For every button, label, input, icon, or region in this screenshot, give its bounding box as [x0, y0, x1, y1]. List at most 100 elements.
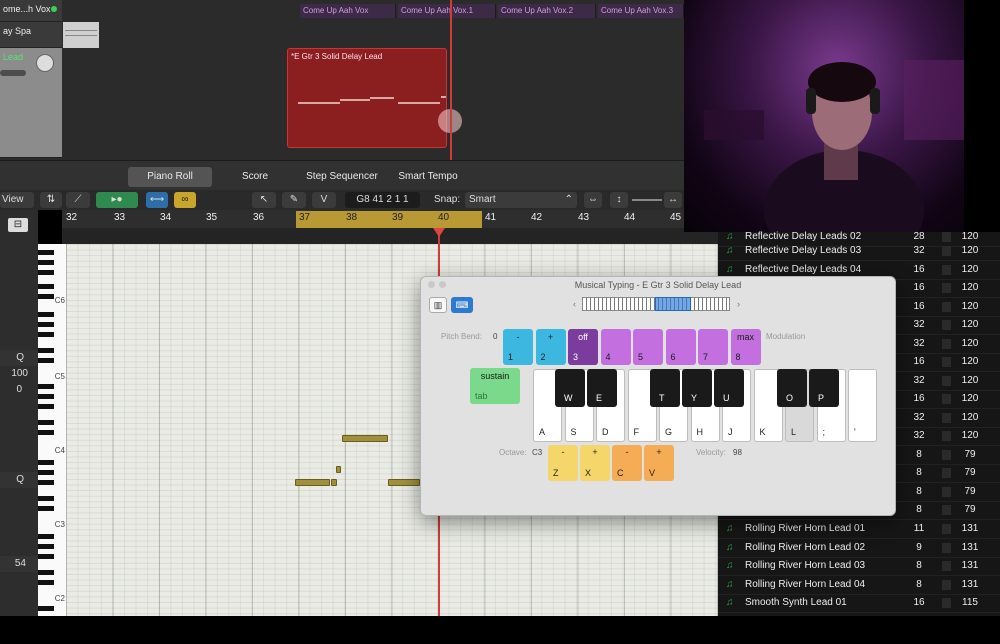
horizontal-zoom-icon[interactable]: ↔: [664, 192, 682, 208]
track-header[interactable]: ay Spa: [0, 22, 62, 48]
list-item[interactable]: ♫ Rolling River Horn Lead 01 11 131: [718, 520, 1000, 539]
musical-typing-window: Musical Typing - E Gtr 3 Solid Delay Lea…: [420, 276, 896, 516]
bar-number: 34: [160, 212, 172, 223]
bar-number: 37: [299, 212, 311, 223]
view-menu-button[interactable]: View ⌄: [0, 192, 34, 221]
collapse-icon[interactable]: ⊟: [8, 218, 28, 232]
marker-lane[interactable]: [62, 228, 718, 244]
velocity-label: Velocity:: [696, 448, 726, 457]
pitch-key[interactable]: 6: [665, 329, 696, 365]
chevron-left-icon[interactable]: ‹: [573, 299, 576, 309]
pointer-tool-icon[interactable]: ↖: [252, 192, 276, 208]
black-key[interactable]: W: [555, 369, 585, 407]
black-key[interactable]: Y: [682, 369, 712, 407]
list-item[interactable]: ♫ Rolling River Horn Lead 04 8 131: [718, 576, 1000, 595]
zoom-fit-icon[interactable]: ⇔: [584, 192, 602, 208]
volume-slider[interactable]: [0, 70, 26, 76]
pitch-key[interactable]: off 3: [568, 329, 598, 365]
letterbox-bar: [0, 616, 1000, 644]
modulation-label: Modulation: [766, 332, 806, 341]
octave-velocity-key[interactable]: -Z: [548, 445, 578, 481]
region-label: *E Gtr 3 Solid Delay Lead: [291, 52, 383, 61]
piano-keyboard[interactable]: C6 C5 C4 C3 C2: [38, 244, 66, 616]
list-item[interactable]: ♫ Reflective Delay Leads 03 32 120: [718, 242, 1000, 261]
midi-note[interactable]: [342, 435, 388, 442]
typing-mode-icon[interactable]: ⌨: [451, 297, 473, 313]
pitch-key[interactable]: max 8: [730, 329, 761, 365]
midi-note[interactable]: [388, 479, 420, 486]
audio-region[interactable]: Come Up Aah Vox.1: [398, 4, 496, 18]
pitch-key[interactable]: +2: [535, 329, 566, 365]
pitch-key[interactable]: -1: [503, 329, 533, 365]
record-enable-icon[interactable]: [51, 6, 57, 12]
keyboard-range-selector[interactable]: [655, 297, 691, 311]
link-icon[interactable]: ∞: [174, 192, 196, 208]
pitch-key[interactable]: 5: [633, 329, 663, 365]
music-note-icon: ♫: [726, 231, 734, 242]
snap-select[interactable]: Smart ⌃: [465, 192, 577, 208]
track-header[interactable]: ome...h Vox: [0, 0, 62, 22]
playhead-handle-icon[interactable]: [433, 228, 445, 237]
piano-roll-inspector: ⊟ Q 100 0 Q 54: [0, 210, 38, 616]
track-name: ome...h Vox: [3, 4, 51, 14]
zoom-slider[interactable]: [632, 199, 662, 201]
swing-value[interactable]: 0: [0, 384, 38, 395]
black-key[interactable]: O: [777, 369, 807, 407]
catch-icon[interactable]: ⟷: [146, 192, 168, 208]
black-key[interactable]: T: [650, 369, 680, 407]
black-key[interactable]: P: [809, 369, 839, 407]
piano-mode-icon[interactable]: ▥: [429, 297, 447, 313]
midi-note[interactable]: [331, 479, 337, 486]
region-notes-preview: [298, 96, 446, 104]
chevron-right-icon[interactable]: ›: [737, 299, 740, 309]
octave-label: Octave:: [499, 448, 527, 457]
playhead[interactable]: [450, 0, 452, 160]
vertical-zoom-icon[interactable]: ↕: [610, 192, 628, 208]
velocity-field[interactable]: 54: [0, 556, 38, 572]
bar-number: 44: [624, 212, 636, 223]
midi-note[interactable]: [295, 479, 330, 486]
region-thumbnail[interactable]: [63, 22, 99, 48]
list-item[interactable]: ♫ Smooth Synth Lead 01 16 115: [718, 594, 1000, 613]
white-key[interactable]: ': [848, 369, 877, 442]
black-key[interactable]: E: [587, 369, 617, 407]
velocity-tool-button[interactable]: V: [312, 192, 336, 208]
webcam-feed: [684, 0, 964, 232]
track-header-selected[interactable]: Lead: [0, 48, 62, 158]
editor-tab-bar: Piano Roll Score Step Sequencer Smart Te…: [0, 160, 684, 190]
bar-number: 38: [346, 212, 358, 223]
quantize-icon[interactable]: ⇅: [40, 192, 62, 208]
pencil-tool-icon[interactable]: ✎: [282, 192, 306, 208]
tab-step-sequencer[interactable]: Step Sequencer: [300, 167, 384, 187]
list-item[interactable]: ♫ Rolling River Horn Lead 03 8 131: [718, 557, 1000, 576]
audio-region[interactable]: Come Up Aah Vox.2: [498, 4, 596, 18]
pitch-key[interactable]: 7: [698, 329, 728, 365]
strength-value[interactable]: 100: [0, 368, 38, 379]
automation-icon[interactable]: ⟋: [66, 192, 90, 208]
tab-piano-roll[interactable]: Piano Roll: [128, 167, 212, 187]
audio-region[interactable]: Come Up Aah Vox: [300, 4, 396, 18]
keyboard-range-overview[interactable]: [582, 297, 730, 311]
midi-note[interactable]: [336, 466, 341, 473]
midi-in-icon[interactable]: ▸●: [96, 192, 138, 208]
octave-velocity-key[interactable]: -C: [612, 445, 642, 481]
black-key[interactable]: U: [714, 369, 744, 407]
tab-score[interactable]: Score: [220, 167, 290, 187]
cycle-region[interactable]: [296, 211, 482, 228]
pitch-bend-label: Pitch Bend:: [441, 332, 482, 341]
bar-number: 42: [531, 212, 543, 223]
sustain-key[interactable]: sustain tab: [470, 368, 520, 404]
scale-quantize-field[interactable]: Q: [0, 472, 38, 488]
octave-velocity-key[interactable]: + X: [580, 445, 610, 481]
tab-smart-tempo[interactable]: Smart Tempo: [388, 167, 468, 187]
octave-velocity-key[interactable]: + V: [644, 445, 674, 481]
music-note-icon: ♫: [726, 560, 734, 571]
bar-number: 35: [206, 212, 218, 223]
quantize-field[interactable]: Q: [0, 350, 38, 366]
pitch-key[interactable]: 4: [600, 329, 631, 365]
audio-region[interactable]: Come Up Aah Vox.3: [598, 4, 684, 18]
arrange-area: ome...h Vox ay Spa Lead Come Up Aah Vox …: [0, 0, 684, 160]
midi-region-selected[interactable]: *E Gtr 3 Solid Delay Lead: [287, 48, 462, 148]
list-item[interactable]: ♫ Rolling River Horn Lead 02 9 131: [718, 539, 1000, 558]
volume-knob-icon[interactable]: [36, 54, 54, 72]
